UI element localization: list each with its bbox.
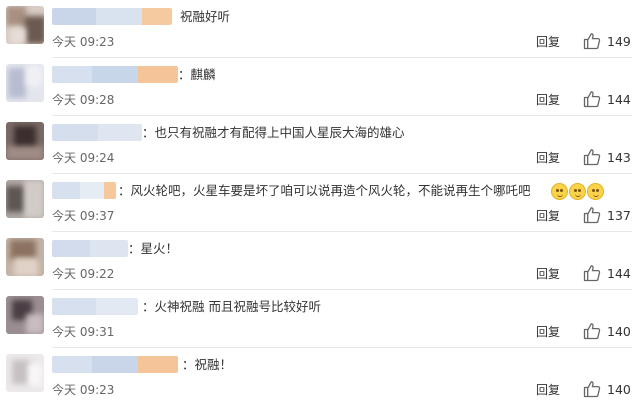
comment-item: 祝融好听 今天 09:23 回复 149 — [0, 0, 640, 58]
laughing-face-icon — [587, 183, 604, 200]
comment-timestamp: 今天 09:23 — [52, 383, 115, 397]
username[interactable] — [52, 8, 172, 25]
reply-button[interactable]: 回复 — [536, 34, 560, 50]
comment-item: ：麒麟 今天 09:28 回复 144 — [0, 58, 640, 116]
comment-timestamp: 今天 09:31 — [52, 325, 115, 339]
username[interactable] — [52, 356, 178, 373]
comment-item: ：祝融！ 今天 09:23 回复 140 — [0, 348, 640, 406]
reply-button[interactable]: 回复 — [536, 92, 560, 108]
comment-text: ：风火轮吧，火星车要是坏了咱可以说再造个风火轮，不能说再生个哪吒吧 — [118, 183, 531, 198]
reply-button[interactable]: 回复 — [536, 150, 560, 166]
comment-text: ：祝融！ — [182, 357, 233, 372]
username[interactable] — [52, 298, 138, 315]
thumbs-up-icon — [583, 33, 601, 50]
like-count: 144 — [607, 266, 631, 281]
avatar[interactable] — [6, 180, 44, 218]
thumbs-up-icon — [583, 149, 601, 166]
thumbs-up-icon — [583, 381, 601, 398]
like-count: 149 — [607, 34, 631, 49]
reply-button[interactable]: 回复 — [536, 382, 560, 398]
comment-item: ：火神祝融 而且祝融号比较好听 今天 09:31 回复 140 — [0, 290, 640, 348]
username[interactable] — [52, 124, 142, 141]
comment-text: ：星火！ — [128, 241, 179, 256]
laughing-face-icon — [569, 183, 586, 200]
comment-item: ：也只有祝融才有配得上中国人星辰大海的雄心 今天 09:24 回复 143 — [0, 116, 640, 174]
username[interactable] — [52, 240, 128, 257]
avatar[interactable] — [6, 64, 44, 102]
comment-item: ：风火轮吧，火星车要是坏了咱可以说再造个风火轮，不能说再生个哪吒吧 今天 09:… — [0, 174, 640, 232]
like-count: 140 — [607, 324, 631, 339]
avatar[interactable] — [6, 122, 44, 160]
comment-text: ：麒麟 — [178, 67, 216, 82]
thumbs-up-icon — [583, 323, 601, 340]
reply-button[interactable]: 回复 — [536, 266, 560, 282]
thumbs-up-icon — [583, 91, 601, 108]
thumbs-up-icon — [583, 207, 601, 224]
comment-text: 祝融好听 — [180, 9, 231, 24]
comment-timestamp: 今天 09:28 — [52, 93, 115, 107]
comment-timestamp: 今天 09:24 — [52, 151, 115, 165]
username[interactable] — [52, 182, 116, 199]
reply-button[interactable]: 回复 — [536, 208, 560, 224]
username[interactable] — [52, 66, 178, 83]
reply-button[interactable]: 回复 — [536, 324, 560, 340]
like-count: 143 — [607, 150, 631, 165]
comment-emojis — [551, 183, 605, 201]
comment-timestamp: 今天 09:37 — [52, 209, 115, 223]
avatar[interactable] — [6, 354, 44, 392]
comment-timestamp: 今天 09:22 — [52, 267, 115, 281]
comment-timestamp: 今天 09:23 — [52, 35, 115, 49]
avatar[interactable] — [6, 296, 44, 334]
avatar[interactable] — [6, 6, 44, 44]
like-count: 140 — [607, 382, 631, 397]
laughing-face-icon — [551, 183, 568, 200]
comment-list: 祝融好听 今天 09:23 回复 149 ：麒麟 今天 09:28 回复 144 — [0, 0, 640, 413]
like-count: 144 — [607, 92, 631, 107]
avatar[interactable] — [6, 238, 44, 276]
thumbs-up-icon — [583, 265, 601, 282]
comment-text: ：也只有祝融才有配得上中国人星辰大海的雄心 — [142, 125, 405, 140]
like-count: 137 — [607, 208, 631, 223]
comment-text: ：火神祝融 而且祝融号比较好听 — [142, 299, 321, 314]
comment-item: ：星火！ 今天 09:22 回复 144 — [0, 232, 640, 290]
